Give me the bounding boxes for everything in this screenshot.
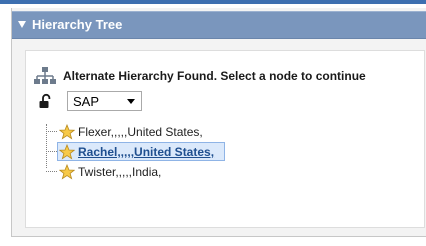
hierarchy-tree-panel: Hierarchy Tree Alternate Hierarchy Found… <box>11 8 426 237</box>
hierarchy-select[interactable]: SAP <box>67 91 142 111</box>
tree-node-flexer[interactable]: Flexer,,,,,United States, <box>46 123 266 141</box>
tree-node-label[interactable]: Twister,,,,,India, <box>78 164 161 180</box>
hierarchy-tree-window: Hierarchy Tree Alternate Hierarchy Found… <box>0 0 426 246</box>
hierarchy-message: Alternate Hierarchy Found. Select a node… <box>63 69 366 83</box>
tree-branch <box>46 131 57 132</box>
tree-node-label[interactable]: Rachel,,,,,United States, <box>78 144 214 160</box>
triangle-down-icon[interactable] <box>18 21 26 28</box>
panel-title: Hierarchy Tree <box>32 17 123 32</box>
tree-node-rachel[interactable]: Rachel,,,,,United States, <box>46 142 266 161</box>
tree-branch <box>46 151 57 152</box>
tree-node-twister[interactable]: Twister,,,,,India, <box>46 163 266 181</box>
tree-branch <box>46 171 57 172</box>
chevron-down-icon[interactable] <box>127 99 135 104</box>
hierarchy-select-value: SAP <box>73 94 100 109</box>
top-accent-bar <box>0 0 426 4</box>
star-icon <box>59 124 75 140</box>
star-icon <box>59 164 75 180</box>
hierarchy-icon <box>34 67 56 84</box>
panel-content: Alternate Hierarchy Found. Select a node… <box>25 50 425 228</box>
hierarchy-tree: Flexer,,,,,United States, Rachel,,,,,Uni… <box>46 123 276 183</box>
tree-node-label[interactable]: Flexer,,,,,United States, <box>78 124 203 140</box>
panel-header[interactable]: Hierarchy Tree <box>12 11 426 39</box>
unlock-icon[interactable] <box>38 93 54 109</box>
star-icon <box>59 144 75 160</box>
